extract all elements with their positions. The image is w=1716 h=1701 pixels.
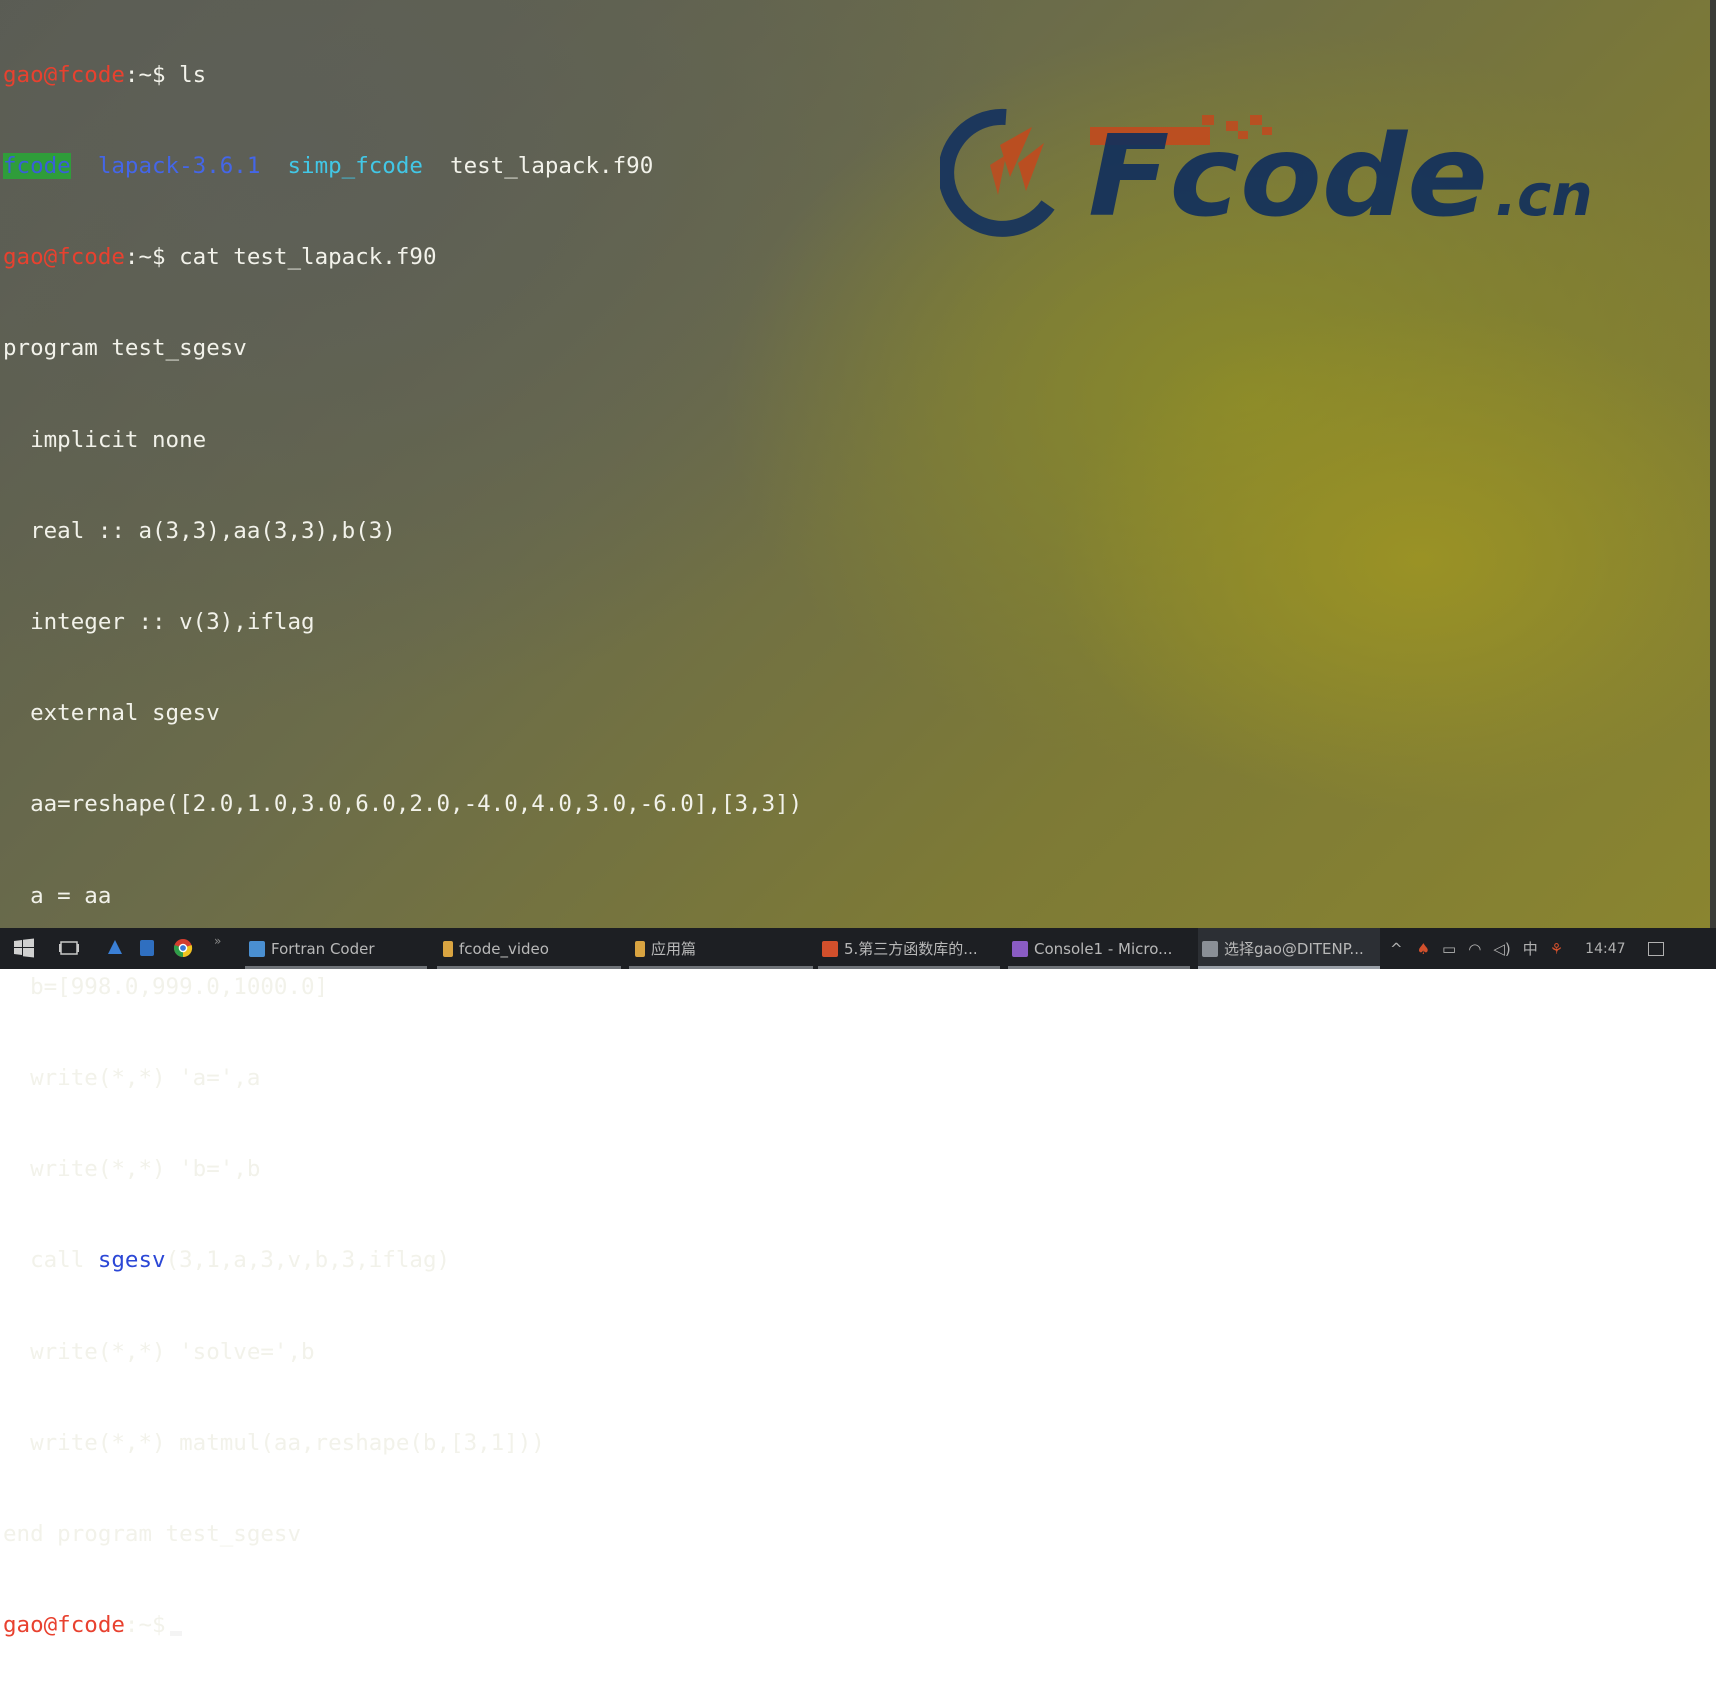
visual-studio-icon	[1012, 940, 1028, 957]
taskbar-item-label: Console1 - Micro...	[1034, 939, 1173, 958]
prompt-line-1: gao@fcode:~$ ls	[3, 60, 802, 90]
code-line: integer :: v(3),iflag	[3, 609, 315, 636]
ls-entry-simp-fcode: simp_fcode	[287, 153, 423, 180]
desktop-screen: Fcode .cn gao@fcode:~$ ls fcode lapack-3…	[0, 0, 1716, 1638]
code-line: write(*,*) 'solve=',b	[3, 1338, 315, 1365]
prompt-user-host: gao@fcode	[3, 1612, 125, 1639]
powerpoint-icon	[822, 940, 838, 957]
taskbar-item-presentation[interactable]: 5.第三方函数库的...	[818, 928, 1000, 969]
ls-entry-test-lapack: test_lapack.f90	[450, 153, 654, 180]
taskbar-item-console1[interactable]: Console1 - Micro...	[1008, 928, 1190, 969]
app-icon-1[interactable]	[104, 937, 126, 959]
command-cat: cat test_lapack.f90	[165, 244, 437, 271]
call-prefix: call	[3, 1247, 98, 1274]
prompt-line-3[interactable]: gao@fcode:~$	[3, 1610, 802, 1640]
prompt-tail: :~$	[124, 1612, 166, 1639]
fcode-logo-suffix: .cn	[1495, 161, 1593, 229]
tray-device-icon[interactable]: ▭	[1442, 940, 1456, 958]
tray-app-icon-2[interactable]: ⚘	[1550, 940, 1563, 958]
notification-icon[interactable]	[1647, 941, 1664, 956]
ime-indicator[interactable]: 中	[1523, 938, 1538, 959]
fortran-coder-icon	[249, 940, 265, 957]
code-line: aa=reshape([2.0,1.0,3.0,6.0,2.0,-4.0,4.0…	[3, 791, 803, 818]
ls-entry-lapack: lapack-3.6.1	[97, 153, 261, 180]
fcode-logo-icon	[940, 108, 1055, 237]
prompt-tail: :~$	[124, 61, 166, 88]
taskbar-item-label: Fortran Coder	[271, 939, 375, 958]
selected-text-sgesv[interactable]: sgesv	[97, 1247, 166, 1274]
chrome-icon[interactable]	[172, 937, 194, 959]
prompt-line-2: gao@fcode:~$ cat test_lapack.f90	[3, 242, 802, 272]
network-icon[interactable]: ◠	[1468, 940, 1481, 958]
folder-icon	[635, 940, 645, 957]
code-line-call: call sgesv(3,1,a,3,v,b,3,iflag)	[3, 1245, 802, 1275]
task-view-icon[interactable]	[58, 937, 80, 959]
call-suffix: (3,1,a,3,v,b,3,iflag)	[165, 1247, 451, 1274]
terminal-window[interactable]: gao@fcode:~$ ls fcode lapack-3.6.1 simp_…	[3, 0, 802, 1701]
code-line: b=[998.0,999.0,1000.0]	[3, 973, 329, 1000]
code-line: real :: a(3,3),aa(3,3),b(3)	[3, 517, 396, 544]
code-line: program test_sgesv	[3, 335, 247, 362]
clock[interactable]: 14:47	[1585, 941, 1625, 957]
taskbar-item-label: 5.第三方函数库的...	[844, 940, 978, 958]
ls-output: fcode lapack-3.6.1 simp_fcode test_lapac…	[3, 151, 802, 181]
prompt-user-host: gao@fcode	[3, 244, 125, 271]
taskbar-item-fcode-video[interactable]: fcode_video	[437, 928, 621, 969]
folder-icon	[443, 940, 453, 957]
terminal-icon	[1202, 940, 1218, 957]
prompt-tail: :~$	[124, 244, 166, 271]
prompt-user-host: gao@fcode	[3, 61, 125, 88]
taskbar: » Fortran Coder fcode_video 应用篇 5.第三方函数库…	[0, 928, 1716, 969]
overflow-chevron-icon[interactable]: »	[214, 934, 221, 948]
code-line: implicit none	[3, 426, 207, 453]
taskbar-item-fortran-coder[interactable]: Fortran Coder	[245, 928, 427, 969]
taskbar-item-label: 选择gao@DITENP...	[1224, 940, 1364, 958]
fcode-logo-text: Fcode	[1088, 112, 1488, 242]
code-line: end program test_sgesv	[3, 1521, 302, 1548]
ls-entry-fcode: fcode	[3, 153, 71, 180]
volume-icon[interactable]: ◁)	[1493, 940, 1510, 958]
windows-start-icon[interactable]	[13, 937, 35, 959]
terminal-cursor	[169, 1631, 182, 1637]
tray-chevron-up-icon[interactable]: ^	[1390, 940, 1403, 958]
taskbar-item-yingyongpian[interactable]: 应用篇	[629, 928, 813, 969]
command-ls: ls	[165, 61, 207, 88]
system-tray: ^ ♠ ▭ ◠ ◁) 中 ⚘ 14:47	[1390, 928, 1664, 969]
code-line: write(*,*) 'b=',b	[3, 1156, 261, 1183]
taskbar-item-label: fcode_video	[459, 939, 549, 958]
code-line: external sgesv	[3, 700, 220, 727]
tray-app-icon[interactable]: ♠	[1417, 940, 1430, 958]
code-line: write(*,*) matmul(aa,reshape(b,[3,1]))	[3, 1429, 545, 1456]
code-line: a = aa	[3, 882, 112, 909]
app-icon-2[interactable]	[136, 937, 158, 959]
taskbar-item-label: 应用篇	[651, 940, 697, 958]
code-line: write(*,*) 'a=',a	[3, 1065, 261, 1092]
taskbar-item-terminal[interactable]: 选择gao@DITENP...	[1198, 928, 1380, 969]
fcode-watermark-logo: Fcode .cn	[940, 108, 1593, 242]
